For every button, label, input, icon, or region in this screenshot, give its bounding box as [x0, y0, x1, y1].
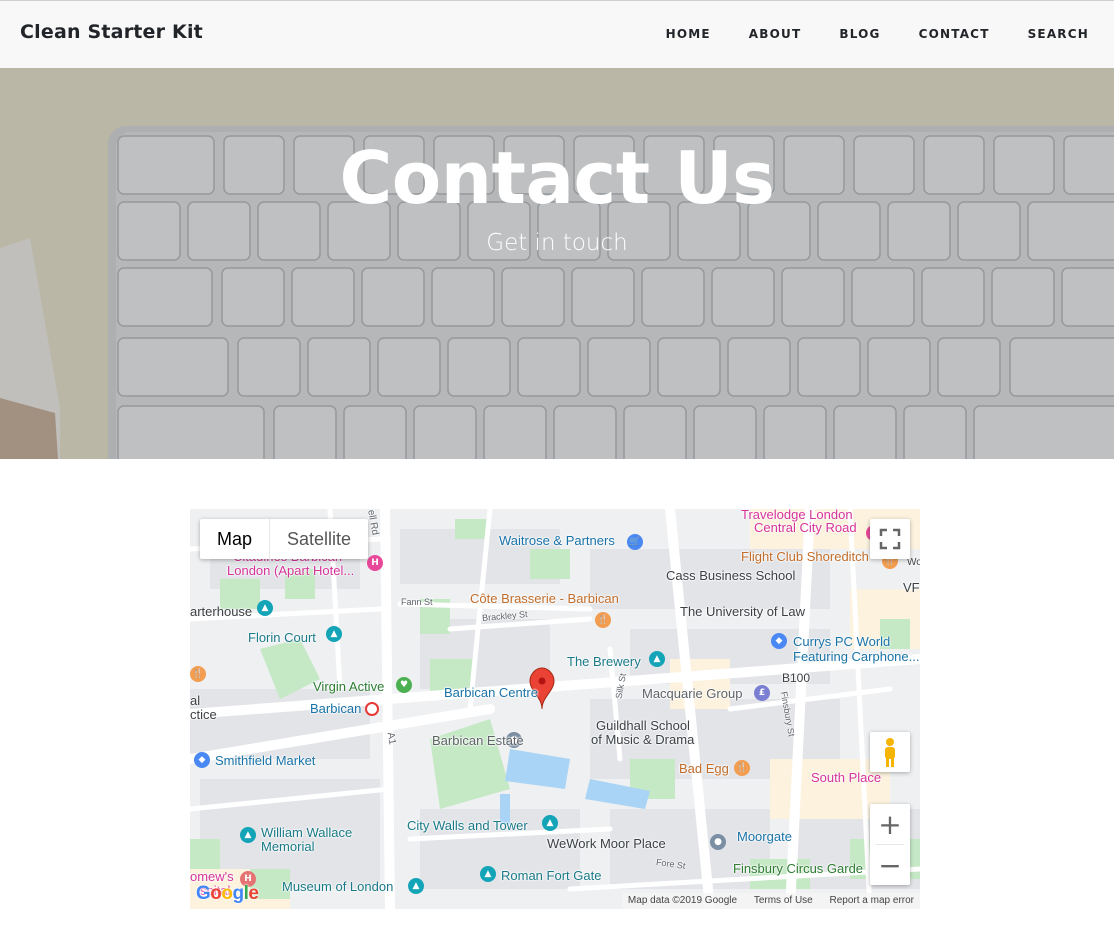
report-map-error-link[interactable]: Report a map error: [830, 895, 914, 906]
place-icon[interactable]: ●: [710, 834, 726, 850]
pegman-icon: [885, 738, 895, 767]
museum-icon[interactable]: ▲: [408, 878, 424, 894]
page-title: Contact Us: [339, 136, 775, 220]
nav-about-link[interactable]: ABOUT: [749, 27, 802, 41]
road-label: Fann St: [401, 597, 433, 607]
map-label[interactable]: WeWork Moor Place: [547, 836, 666, 851]
map-label[interactable]: VF: [903, 580, 920, 595]
fullscreen-button[interactable]: [870, 519, 910, 559]
map-label[interactable]: William Wallace: [261, 825, 352, 840]
map-label[interactable]: Featuring Carphone...: [793, 649, 919, 664]
hero-header: Contact Us Get in touch: [0, 68, 1114, 459]
map-label[interactable]: al: [190, 693, 200, 708]
landmark-icon[interactable]: ▲: [480, 866, 496, 882]
page-subtitle: Get in touch: [486, 230, 628, 256]
map-label[interactable]: City Walls and Tower: [407, 818, 528, 833]
gym-icon[interactable]: ♥: [396, 677, 412, 693]
landmark-icon[interactable]: ▲: [542, 815, 558, 831]
map-attribution: Map data ©2019 Google Terms of Use Repor…: [621, 893, 920, 909]
map-label[interactable]: The Brewery: [567, 654, 641, 669]
underground-station-icon[interactable]: [365, 702, 379, 716]
nav-blog-link[interactable]: BLOG: [839, 27, 880, 41]
shopping-icon[interactable]: ◆: [194, 752, 210, 768]
shopping-cart-icon[interactable]: 🛒: [627, 534, 643, 550]
zoom-out-button[interactable]: −: [870, 845, 910, 885]
map-data-text: Map data ©2019 Google: [627, 895, 738, 906]
restaurant-icon[interactable]: 🍴: [595, 612, 611, 628]
map-type-control: Map Satellite: [200, 519, 369, 559]
satellite-view-button[interactable]: Satellite: [270, 519, 368, 559]
map-label[interactable]: Barbican: [310, 701, 361, 716]
nav-links: HOME ABOUT BLOG CONTACT SEARCH: [628, 27, 1089, 41]
navbar: Clean Starter Kit HOME ABOUT BLOG CONTAC…: [0, 0, 1114, 68]
map-label[interactable]: Central City Road: [754, 520, 857, 535]
hero-overlay: [0, 68, 1114, 459]
zoom-in-button[interactable]: +: [870, 804, 910, 844]
map-label[interactable]: The University of Law: [680, 604, 805, 619]
map-label[interactable]: Currys PC World: [793, 634, 890, 649]
map-label[interactable]: Flight Club Shoreditch: [741, 549, 869, 564]
map-label[interactable]: Florin Court: [248, 630, 316, 645]
map-label[interactable]: arterhouse: [190, 604, 252, 619]
terms-of-use-link[interactable]: Terms of Use: [754, 895, 813, 906]
nav-contact-link[interactable]: CONTACT: [919, 27, 990, 41]
map-label[interactable]: ctice: [190, 707, 217, 722]
map-label[interactable]: Cass Business School: [666, 568, 795, 583]
map-label[interactable]: Barbican Estate: [432, 733, 524, 748]
map-label[interactable]: Moorgate: [737, 829, 792, 844]
map-view-button[interactable]: Map: [200, 519, 271, 559]
brand-logo[interactable]: Clean Starter Kit: [20, 21, 203, 43]
google-logo: Google: [196, 883, 259, 904]
landmark-icon[interactable]: ▲: [326, 626, 342, 642]
map-label[interactable]: Côte Brasserie - Barbican: [470, 591, 619, 606]
map-label[interactable]: Waitrose & Partners: [499, 533, 615, 548]
map-label[interactable]: Barbican Centre: [444, 685, 538, 700]
map-label[interactable]: Macquarie Group: [642, 686, 742, 701]
nav-home-link[interactable]: HOME: [666, 27, 711, 41]
map-label[interactable]: Smithfield Market: [215, 753, 315, 768]
zoom-control: + −: [870, 804, 910, 885]
bank-icon[interactable]: £: [754, 685, 770, 701]
fullscreen-icon: [879, 528, 901, 550]
map-label[interactable]: omew's: [190, 869, 234, 884]
map-label[interactable]: Museum of London: [282, 879, 393, 894]
street-view-pegman-button[interactable]: [870, 732, 910, 772]
landmark-icon[interactable]: ▲: [649, 651, 665, 667]
landmark-icon[interactable]: ▲: [257, 600, 273, 616]
map-label[interactable]: of Music & Drama: [591, 732, 694, 747]
map-label[interactable]: Virgin Active: [313, 679, 384, 694]
road-label: B100: [782, 671, 811, 685]
road-label: A1: [384, 731, 398, 746]
map-label[interactable]: Finsbury Circus Garde: [733, 861, 863, 876]
map-label[interactable]: Bad Egg: [679, 761, 729, 776]
map-label[interactable]: London (Apart Hotel...: [227, 563, 354, 578]
nav-search-link[interactable]: SEARCH: [1028, 27, 1089, 41]
map-label[interactable]: South Place: [811, 770, 881, 785]
map-label[interactable]: Memorial: [261, 839, 314, 854]
google-map[interactable]: 🛒 H H 🍴 🍴 ▲ ▲ ◆ ▲ ♥ £ 🍴 ● 🍴 ◆ ▲ ▲ ● H ▲ …: [190, 509, 920, 909]
hotel-icon[interactable]: H: [367, 555, 383, 571]
map-label[interactable]: Guildhall School: [596, 718, 690, 733]
landmark-icon[interactable]: ▲: [240, 827, 256, 843]
map-label[interactable]: Roman Fort Gate: [501, 868, 601, 883]
restaurant-icon[interactable]: 🍴: [734, 760, 750, 776]
restaurant-icon[interactable]: 🍴: [190, 666, 206, 682]
shopping-icon[interactable]: ◆: [771, 633, 787, 649]
